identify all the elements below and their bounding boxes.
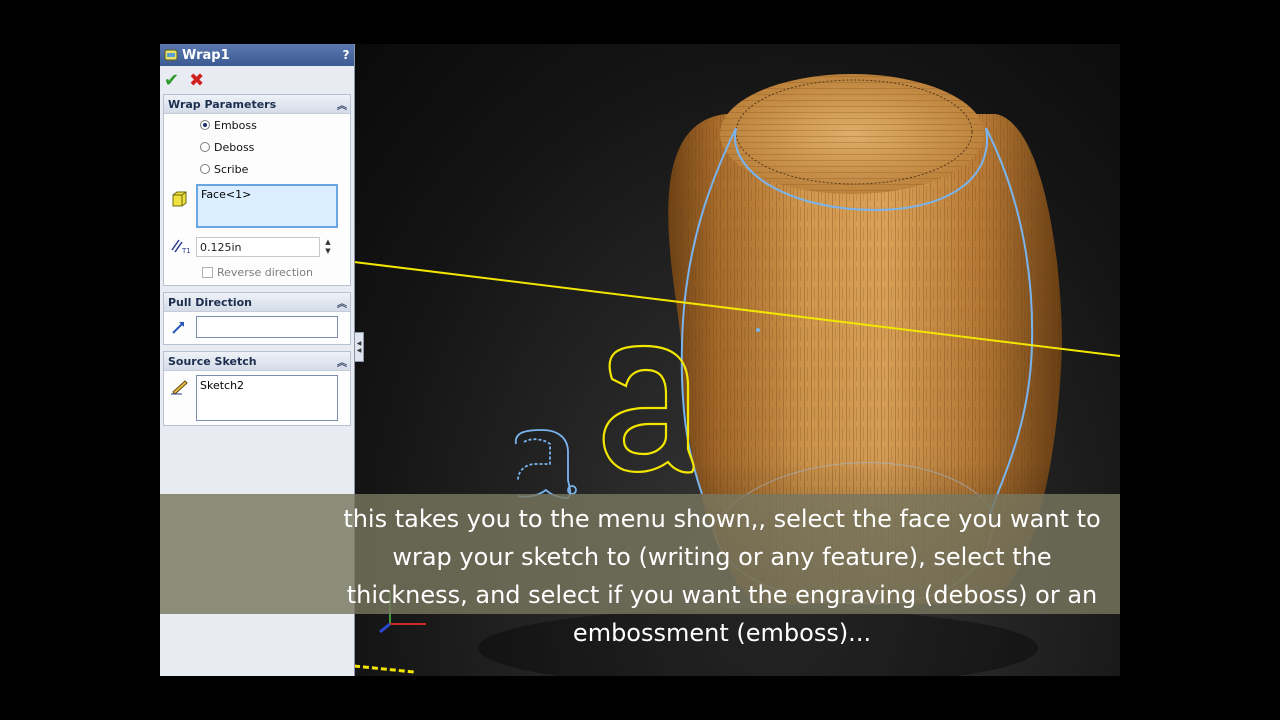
pull-direction-header[interactable]: Pull Direction ︽ (164, 293, 350, 312)
source-sketch-group: Source Sketch ︽ Sketch2 (163, 351, 351, 426)
caption-text: this takes you to the menu shown,, selec… (343, 505, 1101, 647)
pull-direction-group: Pull Direction ︽ (163, 292, 351, 345)
ok-button[interactable]: ✔ (164, 70, 179, 91)
thickness-icon: T1 (170, 236, 196, 258)
emboss-label: Emboss (214, 118, 257, 132)
deboss-radio[interactable] (200, 142, 210, 152)
panel-collapse-handle[interactable]: ◀ ◀ (354, 332, 364, 362)
reverse-direction-row[interactable]: Reverse direction (164, 260, 350, 285)
collapse-chevron-icon[interactable]: ︽ (334, 295, 350, 310)
origin-point (756, 328, 760, 332)
wrapped-sketch-preview (514, 429, 577, 499)
thickness-spinner[interactable]: ▲ ▼ (322, 238, 334, 256)
scribe-option[interactable]: Scribe (164, 158, 350, 180)
pull-direction-input[interactable] (196, 316, 338, 338)
collapse-chevron-icon[interactable]: ︽ (334, 354, 350, 369)
pull-direction-title: Pull Direction (168, 295, 252, 309)
help-button[interactable]: ? (338, 48, 354, 62)
wrap-parameters-group: Wrap Parameters ︽ Emboss Deboss Scribe F… (163, 94, 351, 286)
thickness-input[interactable]: 0.125in (196, 237, 320, 257)
face-selection-box[interactable]: Face<1> (196, 184, 338, 228)
svg-text:T1: T1 (181, 247, 191, 254)
face-selection-row: Face<1> (164, 180, 350, 232)
panel-title-bar: Wrap1 ? (160, 44, 354, 66)
collapse-chevron-icon[interactable]: ︽ (334, 97, 350, 112)
pull-direction-arrow-icon (170, 316, 196, 340)
reference-plane-edge (354, 664, 415, 674)
app-window: Wrap1 ? ✔ ✖ Wrap Parameters ︽ Emboss Deb… (160, 44, 1120, 676)
wrap-feature-icon (164, 48, 178, 62)
sketch-pencil-icon (170, 375, 196, 399)
cancel-button[interactable]: ✖ (189, 70, 204, 91)
reverse-direction-label: Reverse direction (217, 266, 313, 279)
wrap-parameters-title: Wrap Parameters (168, 97, 277, 111)
panel-title: Wrap1 (182, 47, 230, 63)
source-sketch-row: Sketch2 (164, 371, 350, 425)
pull-direction-row (164, 312, 350, 344)
reverse-direction-checkbox[interactable] (202, 267, 213, 278)
deboss-label: Deboss (214, 140, 255, 154)
caption-overlay: this takes you to the menu shown,, selec… (160, 494, 1120, 647)
emboss-option[interactable]: Emboss (164, 114, 350, 136)
thickness-row: T1 0.125in ▲ ▼ (164, 232, 350, 260)
source-sketch-title: Source Sketch (168, 354, 257, 368)
source-sketch-box[interactable]: Sketch2 (196, 375, 338, 421)
action-bar: ✔ ✖ (160, 66, 354, 94)
face-select-icon (170, 184, 196, 212)
deboss-option[interactable]: Deboss (164, 136, 350, 158)
scribe-radio[interactable] (200, 164, 210, 174)
wrap-parameters-header[interactable]: Wrap Parameters ︽ (164, 95, 350, 114)
sketch-letter-a[interactable] (602, 344, 695, 474)
scribe-label: Scribe (214, 162, 249, 176)
emboss-radio[interactable] (200, 120, 210, 130)
source-sketch-header[interactable]: Source Sketch ︽ (164, 352, 350, 371)
